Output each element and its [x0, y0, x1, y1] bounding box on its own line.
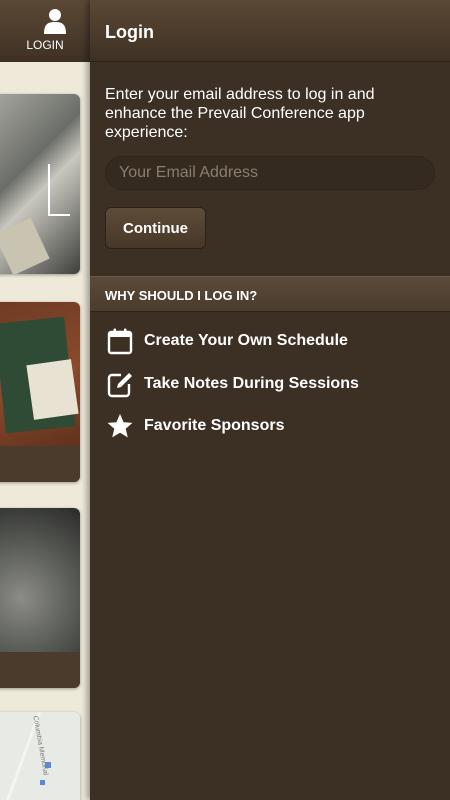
benefit-label: Take Notes During Sessions — [144, 375, 359, 392]
content-card[interactable] — [0, 302, 80, 482]
login-intro-text: Enter your email address to log in and e… — [105, 86, 375, 141]
content-card[interactable] — [0, 94, 80, 274]
why-login-section-header: WHY SHOULD I LOG IN? — [90, 276, 450, 312]
card-logo-mark — [48, 164, 70, 216]
section-header-label: WHY SHOULD I LOG IN? — [105, 288, 258, 303]
card-image-shape — [0, 217, 50, 274]
benefit-label: Create Your Own Schedule — [144, 332, 348, 349]
benefit-item: Favorite Sponsors — [105, 411, 435, 441]
page-title: Login — [105, 22, 154, 42]
card-footer — [0, 652, 80, 688]
calendar-icon — [107, 328, 133, 355]
background-app: LOGIN Columbia Memorial — [0, 0, 90, 800]
background-app-header: LOGIN — [0, 0, 90, 62]
benefit-item: Create Your Own Schedule — [105, 326, 435, 356]
login-tab-label: LOGIN — [26, 38, 64, 52]
edit-note-icon — [107, 373, 132, 398]
login-tab[interactable]: LOGIN — [0, 0, 90, 62]
login-panel-header: Login — [90, 0, 450, 62]
login-panel: Login Enter your email address to log in… — [90, 0, 450, 800]
app-root: LOGIN Columbia Memorial Login Enter your… — [0, 0, 450, 800]
email-field[interactable] — [105, 156, 435, 190]
content-card[interactable] — [0, 508, 80, 688]
continue-button[interactable]: Continue — [105, 207, 206, 249]
benefit-item: Take Notes During Sessions — [105, 369, 435, 399]
benefit-label: Favorite Sponsors — [144, 417, 285, 434]
user-icon — [44, 9, 66, 34]
star-icon — [107, 414, 133, 438]
card-image-paper — [26, 359, 79, 420]
card-footer — [0, 446, 80, 482]
map-label: Columbia Memorial — [31, 715, 49, 776]
map-water — [40, 780, 45, 785]
map-card[interactable]: Columbia Memorial — [0, 712, 80, 800]
